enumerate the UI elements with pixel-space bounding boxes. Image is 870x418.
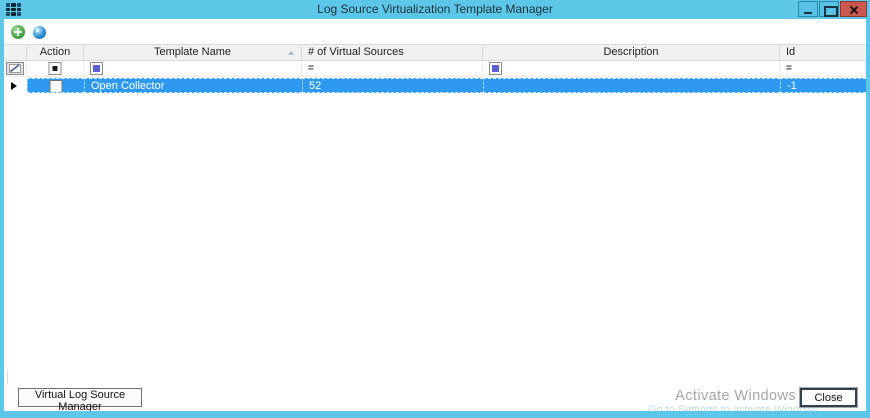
- close-button[interactable]: Close: [800, 388, 857, 407]
- equals-filter-icon: =: [786, 63, 792, 74]
- dialog-window: Log Source Virtualization Template Manag…: [0, 0, 870, 418]
- window-controls: [798, 1, 867, 17]
- equals-filter-icon: =: [308, 63, 314, 74]
- column-header-template-name-label: Template Name: [153, 46, 232, 58]
- filter-template-name-cell: [84, 61, 302, 77]
- filter-template-name-box-icon[interactable]: [90, 62, 103, 75]
- row-template-name[interactable]: Open Collector: [84, 78, 302, 93]
- grid-header-row: Action Template Name # of Virtual Source…: [4, 44, 866, 61]
- virtual-log-source-manager-button[interactable]: Virtual Log Source Manager: [18, 388, 142, 411]
- filter-id-cell[interactable]: =: [780, 61, 866, 77]
- sort-ascending-icon: [288, 51, 294, 55]
- filter-row-header-cell: [4, 61, 27, 77]
- panel-edge-line: [7, 370, 8, 384]
- row-action-cell: [27, 78, 84, 93]
- row-indicator-cell[interactable]: [4, 78, 27, 93]
- filter-virtual-sources-cell[interactable]: =: [302, 61, 483, 77]
- activate-windows-watermark-line2: Go to Settings to activate Windows.: [648, 404, 822, 411]
- app-icon[interactable]: [6, 3, 21, 16]
- toolbar: [4, 19, 866, 43]
- column-header-id[interactable]: Id: [780, 45, 866, 60]
- filter-action-cell: [27, 61, 84, 77]
- filter-action-checkbox[interactable]: [48, 62, 62, 75]
- titlebar[interactable]: Log Source Virtualization Template Manag…: [0, 0, 870, 19]
- info-icon[interactable]: [33, 26, 46, 39]
- minimize-button[interactable]: [798, 1, 818, 17]
- add-icon[interactable]: [11, 25, 25, 39]
- window-title: Log Source Virtualization Template Manag…: [317, 2, 553, 16]
- row-indicator-header: [4, 45, 27, 60]
- activate-windows-watermark: Activate Windows: [675, 388, 796, 404]
- client-area: Action Template Name # of Virtual Source…: [4, 19, 866, 411]
- filter-description-cell: [483, 61, 780, 77]
- current-row-arrow-icon: [11, 82, 17, 90]
- row-virtual-sources[interactable]: 52: [302, 78, 483, 93]
- table-row[interactable]: Open Collector 52 -1: [4, 77, 866, 93]
- column-header-description[interactable]: Description: [483, 45, 780, 60]
- column-header-action[interactable]: Action: [27, 45, 84, 60]
- column-header-template-name[interactable]: Template Name: [84, 45, 302, 60]
- column-header-virtual-sources[interactable]: # of Virtual Sources: [302, 45, 483, 60]
- close-window-button[interactable]: [840, 1, 867, 17]
- template-grid: Action Template Name # of Virtual Source…: [4, 44, 866, 93]
- row-description[interactable]: [483, 78, 780, 93]
- filter-description-box-icon[interactable]: [489, 62, 502, 75]
- filter-edit-icon[interactable]: [6, 62, 24, 75]
- row-action-checkbox[interactable]: [49, 80, 63, 92]
- row-id[interactable]: -1: [780, 78, 866, 93]
- maximize-button[interactable]: [819, 1, 839, 17]
- grid-filter-row: = =: [4, 61, 866, 77]
